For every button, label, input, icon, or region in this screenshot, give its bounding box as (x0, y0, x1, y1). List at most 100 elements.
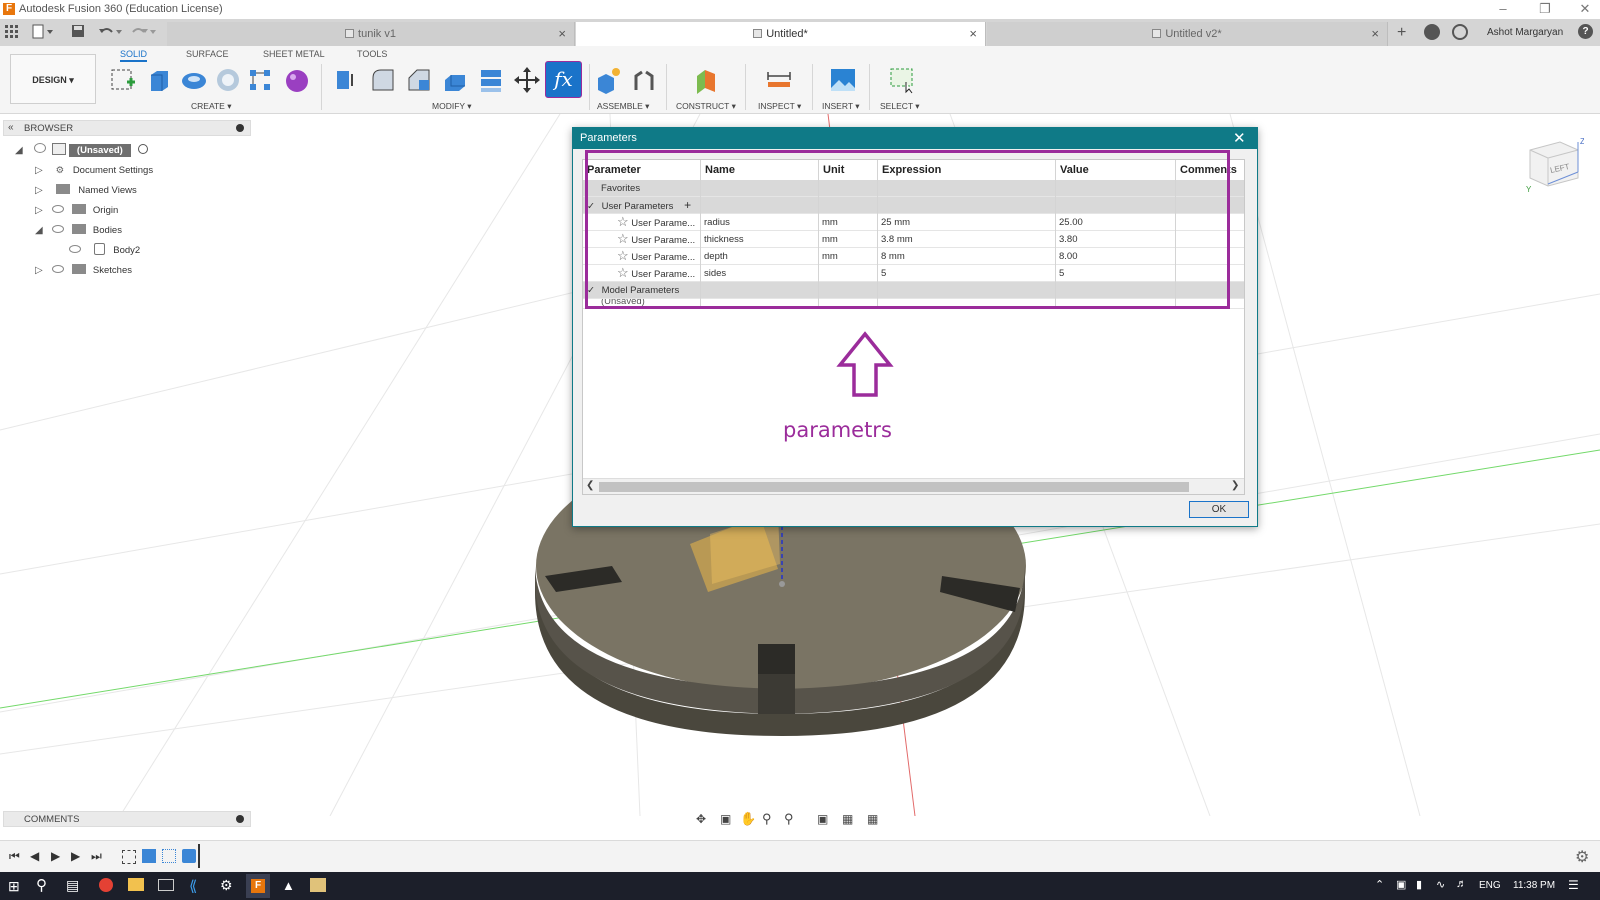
input-language[interactable]: ENG (1479, 880, 1501, 891)
offset-plane-icon[interactable] (692, 66, 720, 94)
settings-icon[interactable]: ⚙ (220, 877, 233, 894)
notification-center-icon[interactable]: ☰ (1568, 878, 1579, 892)
visibility-eye-icon[interactable] (51, 205, 64, 213)
start-icon[interactable]: ⊞ (8, 878, 20, 895)
viewports-icon[interactable]: ▦ (867, 812, 878, 826)
timeline-settings-gear-icon[interactable]: ⚙ (1575, 847, 1589, 867)
play-icon[interactable]: ▶ (51, 849, 60, 863)
timeline-extrude-icon[interactable] (142, 849, 156, 863)
scroll-left-icon[interactable]: ❮ (586, 480, 594, 491)
expand-icon[interactable]: ◢ (15, 142, 27, 160)
collapse-icon[interactable]: « (8, 122, 14, 133)
close-tab-icon[interactable]: × (1371, 26, 1379, 41)
step-forward-icon[interactable]: ▶ (71, 849, 80, 863)
browser-panel-header[interactable]: « BROWSER (3, 120, 251, 136)
shell-icon[interactable] (441, 66, 469, 94)
tab-untitled[interactable]: Untitled* × (576, 22, 986, 46)
workspace-design-button[interactable]: DESIGN ▾ (10, 54, 96, 104)
task-view-icon[interactable]: ▤ (66, 877, 79, 894)
orbit-icon[interactable]: ✥ (696, 812, 706, 826)
form-icon[interactable] (283, 66, 311, 94)
step-back-icon[interactable]: ◀ (30, 849, 39, 863)
tree-node-sketches[interactable]: ▷ Sketches (35, 262, 132, 280)
visibility-eye-icon[interactable] (51, 265, 64, 273)
visibility-eye-icon[interactable] (69, 245, 81, 253)
fillet-icon[interactable] (369, 66, 397, 94)
comments-panel-header[interactable]: COMMENTS (3, 811, 251, 827)
select-box-icon[interactable] (888, 66, 916, 94)
tray-icon[interactable]: ▣ (1396, 878, 1406, 891)
app-icon[interactable]: ▲ (282, 878, 295, 893)
insert-menu[interactable]: INSERT ▾ (822, 101, 860, 112)
battery-icon[interactable]: ▮ (1416, 878, 1422, 891)
visibility-eye-icon[interactable] (33, 143, 46, 153)
search-icon[interactable]: ⚲ (36, 876, 47, 894)
help-icon[interactable]: ? (1578, 24, 1593, 39)
close-dialog-icon[interactable]: ✕ (1233, 129, 1246, 147)
scroll-thumb[interactable] (599, 482, 1189, 492)
timeline-combine-icon[interactable] (182, 849, 196, 863)
timeline-pattern-icon[interactable] (162, 849, 176, 863)
redo-icon[interactable] (130, 24, 156, 40)
minimize-icon[interactable]: – (1488, 1, 1518, 16)
create-menu[interactable]: CREATE ▾ (191, 101, 231, 112)
fusion-taskbar-item[interactable]: F (246, 874, 270, 898)
insert-image-icon[interactable] (829, 66, 857, 94)
inspect-menu[interactable]: INSPECT ▾ (758, 101, 801, 112)
tab-tools[interactable]: TOOLS (357, 49, 387, 59)
app-icon[interactable] (310, 878, 326, 892)
volume-icon[interactable]: ♬ (1456, 878, 1467, 890)
expand-icon[interactable]: ▷ (35, 182, 47, 200)
timeline-sketch-icon[interactable] (122, 850, 136, 864)
tab-surface[interactable]: SURFACE (186, 49, 229, 59)
change-parameters-icon[interactable]: fx (545, 61, 582, 98)
close-tab-icon[interactable]: × (558, 26, 566, 41)
visibility-eye-icon[interactable] (51, 225, 64, 233)
pattern-icon[interactable] (246, 66, 274, 94)
go-to-end-icon[interactable]: ⏭ (91, 849, 102, 864)
construct-menu[interactable]: CONSTRUCT ▾ (676, 101, 736, 112)
wifi-icon[interactable]: ∿ (1436, 878, 1445, 891)
new-tab-icon[interactable]: + (1397, 24, 1406, 42)
close-tab-icon[interactable]: × (969, 26, 977, 41)
job-status-icon[interactable] (1424, 24, 1440, 40)
save-icon[interactable] (71, 24, 85, 38)
modify-menu[interactable]: MODIFY ▾ (432, 101, 472, 112)
chrome-icon[interactable] (99, 878, 113, 892)
tree-node-body2[interactable]: Body2 (65, 242, 140, 260)
tab-untitled-v2[interactable]: Untitled v2* × (987, 22, 1388, 46)
tree-node-document-settings[interactable]: ▷ ⚙ Document Settings (35, 162, 153, 180)
tray-overflow-icon[interactable]: ⌃ (1375, 878, 1384, 891)
combine-icon[interactable] (477, 66, 505, 94)
expand-icon[interactable]: ▷ (35, 202, 47, 220)
go-to-start-icon[interactable]: ⏮ (9, 849, 20, 864)
expand-icon[interactable]: ▷ (35, 162, 47, 180)
press-pull-icon[interactable] (332, 66, 360, 94)
clock[interactable]: 11:38 PM (1513, 880, 1555, 891)
scroll-right-icon[interactable]: ❯ (1231, 480, 1239, 491)
expand-icon[interactable]: ▷ (35, 262, 47, 280)
display-settings-icon[interactable]: ▣ (817, 812, 828, 826)
file-menu-icon[interactable] (32, 24, 54, 40)
tree-root[interactable]: ◢ (Unsaved) (15, 142, 148, 160)
tree-node-origin[interactable]: ▷ Origin (35, 202, 118, 220)
create-sketch-icon[interactable] (109, 66, 137, 94)
undo-icon[interactable] (98, 24, 124, 40)
fit-icon[interactable]: ⚲ (784, 811, 794, 827)
horizontal-scrollbar[interactable]: ❮ ❯ (583, 478, 1244, 494)
move-copy-icon[interactable] (513, 66, 541, 94)
timeline-marker[interactable] (198, 844, 200, 868)
measure-icon[interactable] (765, 66, 793, 94)
app-grid-icon[interactable] (5, 25, 19, 39)
user-name[interactable]: Ashot Margaryan (1487, 27, 1563, 38)
notifications-icon[interactable] (1452, 24, 1468, 40)
file-explorer-icon[interactable] (128, 878, 144, 891)
tab-solid[interactable]: SOLID (120, 49, 148, 62)
pin-icon[interactable] (236, 124, 244, 132)
extrude-icon[interactable] (145, 66, 173, 94)
expand-icon[interactable]: ◢ (35, 222, 47, 240)
tab-sheet-metal[interactable]: SHEET METAL (263, 49, 325, 59)
assemble-menu[interactable]: ASSEMBLE ▾ (597, 101, 649, 112)
revolve-icon[interactable] (180, 66, 208, 94)
add-comment-icon[interactable] (236, 815, 244, 823)
